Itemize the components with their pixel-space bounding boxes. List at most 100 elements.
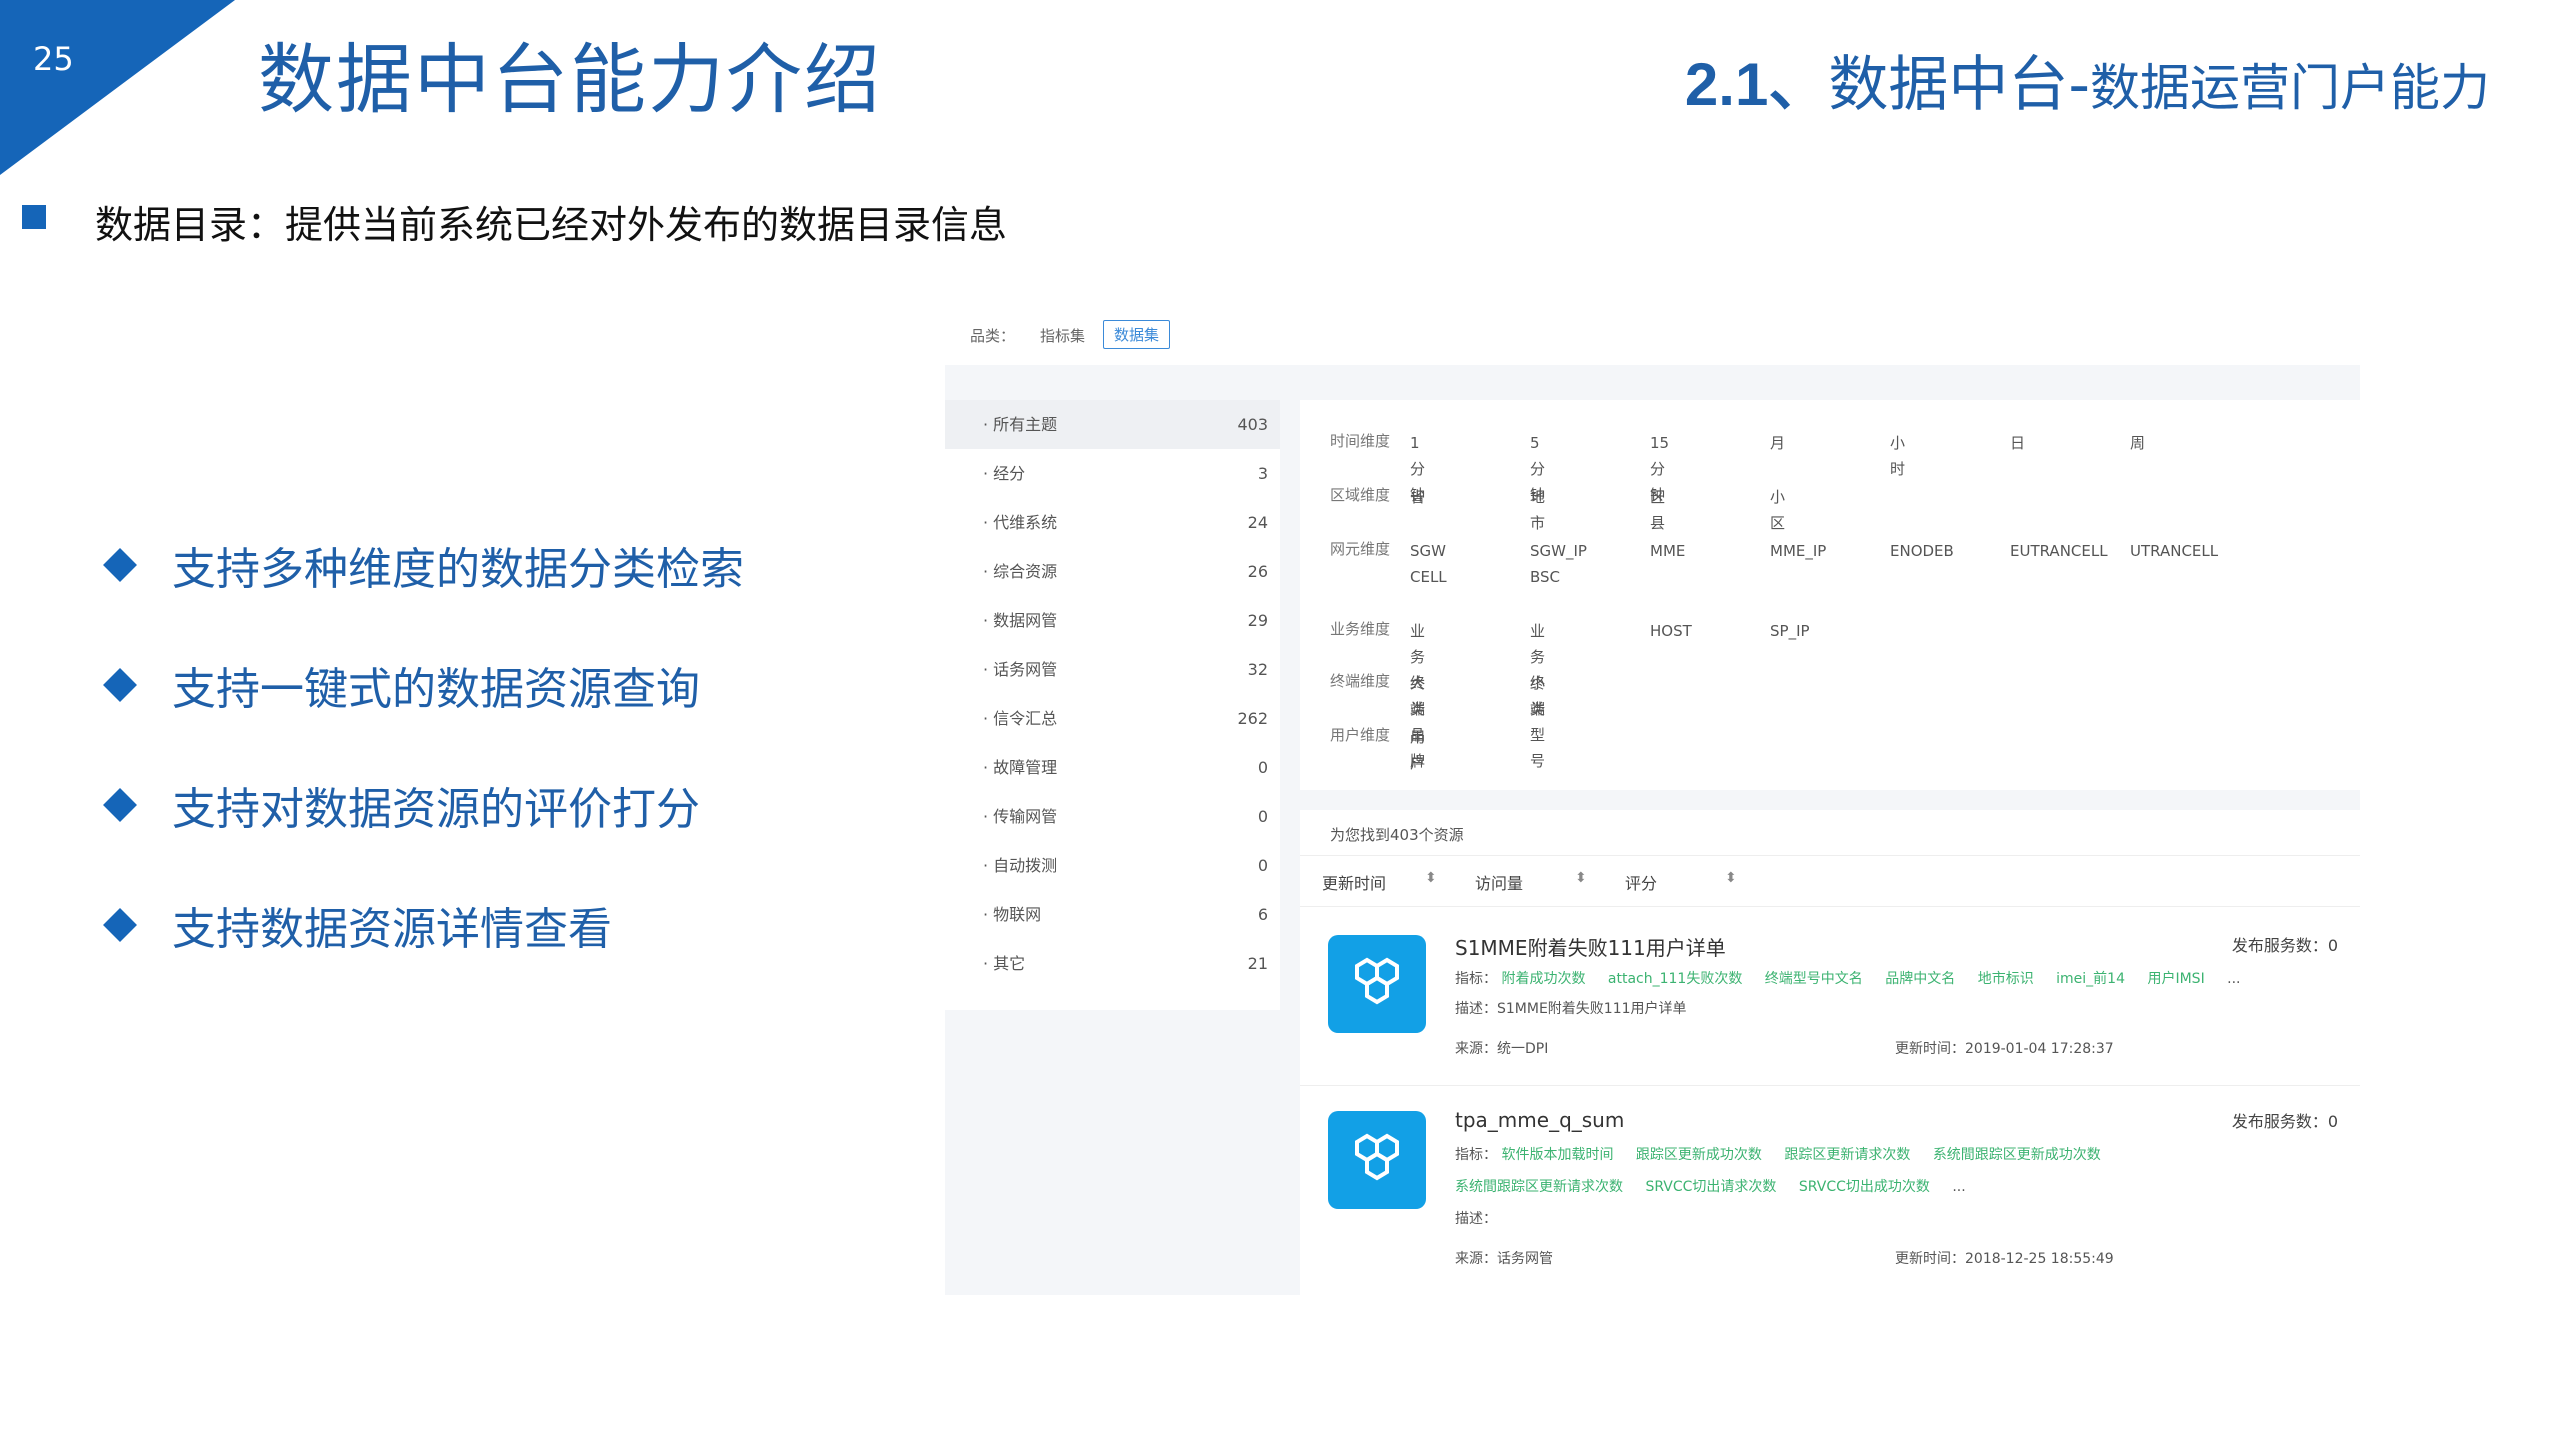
dimension-value[interactable]: MME bbox=[1650, 538, 1685, 564]
indicator-line: 指标： 附着成功次数 attach_111失败次数 终端型号中文名 品牌中文名 … bbox=[1455, 968, 2241, 988]
indicator-more: ... bbox=[2227, 971, 2241, 987]
indicator-tag[interactable]: SRVCC切出请求次数 bbox=[1645, 1179, 1776, 1195]
dimension-value[interactable]: ENODEB bbox=[1890, 538, 1954, 564]
feature-text: 支持数据资源详情查看 bbox=[172, 904, 612, 955]
dimension-value[interactable]: UTRANCELL bbox=[2130, 538, 2218, 564]
dimension-label: 终端维度 bbox=[1329, 672, 1390, 690]
subtitle-number: 2.1、 bbox=[1684, 51, 1829, 118]
slide-title: 数据中台能力介绍 bbox=[258, 35, 882, 124]
indicator-line: 指标： 软件版本加载时间 跟踪区更新成功次数 跟踪区更新请求次数 系统間跟踪区更… bbox=[1455, 1144, 2119, 1164]
square-bullet-icon bbox=[22, 205, 46, 229]
feature-text: 支持一键式的数据资源查询 bbox=[172, 664, 700, 715]
dimension-value[interactable]: 周 bbox=[2130, 430, 2145, 456]
sort-by-visits[interactable]: 访问量 bbox=[1475, 870, 1523, 894]
sidebar-item[interactable]: · 话务网管 32 bbox=[945, 645, 1280, 694]
dimension-value[interactable]: 日 bbox=[2010, 430, 2025, 456]
sidebar-item[interactable]: · 数据网管 29 bbox=[945, 596, 1280, 645]
category-bar: 品类： 指标集 数据集 bbox=[945, 305, 2360, 365]
sidebar-item[interactable]: · 物联网 6 bbox=[945, 890, 1280, 939]
sidebar-item[interactable]: · 综合资源 26 bbox=[945, 547, 1280, 596]
sidebar-item[interactable]: · 信令汇总 262 bbox=[945, 694, 1280, 743]
result-updated: 更新时间：2019-01-04 17:28:37 bbox=[1895, 1041, 2114, 1057]
intro-text: 数据目录：提供当前系统已经对外发布的数据目录信息 bbox=[95, 203, 1008, 247]
category-option-dataset[interactable]: 数据集 bbox=[1103, 320, 1171, 349]
indicator-tag[interactable]: 附着成功次数 bbox=[1501, 971, 1585, 987]
hexagon-cluster-icon bbox=[1355, 957, 1399, 1005]
result-card[interactable]: tpa_mme_q_sum 发布服务数：0 指标： 软件版本加载时间 跟踪区更新… bbox=[1300, 1085, 2360, 1296]
dimension-value[interactable]: 区县 bbox=[1650, 484, 1665, 536]
sidebar-item[interactable]: · 其它 21 bbox=[945, 939, 1280, 988]
sidebar-item[interactable]: · 经分 3 bbox=[945, 449, 1280, 498]
dimension-value[interactable]: SGW_IP BSC bbox=[1530, 538, 1587, 590]
indicator-tag[interactable]: 跟踪区更新请求次数 bbox=[1784, 1147, 1910, 1163]
theme-sidebar: · 所有主题 403 · 经分 3 · 代维系统 24 · 综合资源 26 · 数据网管… bbox=[945, 400, 1280, 1010]
subtitle-small: 数据运营门户能力 bbox=[2090, 59, 2490, 117]
portal-screenshot: 品类： 指标集 数据集 · 所有主题 403 · 经分 3 · 代维系统 24 · 综… bbox=[945, 305, 2360, 1295]
dimension-value[interactable]: 小时 bbox=[1890, 430, 1905, 482]
indicator-tag[interactable]: 系统間跟踪区更新成功次数 bbox=[1933, 1147, 2101, 1163]
diamond-bullet-icon bbox=[103, 668, 137, 702]
dataset-hexagon-icon bbox=[1328, 1111, 1426, 1209]
result-card[interactable]: S1MME附着失败111用户详单 发布服务数：0 指标： 附着成功次数 atta… bbox=[1300, 910, 2360, 1080]
indicator-tag[interactable]: 软件版本加载时间 bbox=[1501, 1147, 1613, 1163]
indicator-label: 指标： bbox=[1455, 1147, 1497, 1163]
sort-arrow-icon[interactable]: ⬍ bbox=[1425, 870, 1437, 886]
indicator-more: ... bbox=[1952, 1179, 1966, 1195]
result-source: 来源：统一DPI bbox=[1455, 1041, 1549, 1057]
result-source: 来源：话务网管 bbox=[1455, 1251, 1553, 1267]
feature-item: 支持数据资源详情查看 bbox=[103, 865, 744, 985]
category-label: 品类： bbox=[970, 327, 1016, 345]
sort-by-rating[interactable]: 评分 bbox=[1625, 870, 1657, 894]
indicator-tag[interactable]: 系统間跟踪区更新请求次数 bbox=[1455, 1179, 1623, 1195]
indicator-tag[interactable]: 品牌中文名 bbox=[1885, 971, 1955, 987]
sidebar-item[interactable]: · 所有主题 403 bbox=[945, 400, 1280, 449]
indicator-tag[interactable]: 用户IMSI bbox=[2147, 971, 2204, 987]
dimension-value[interactable]: MME_IP bbox=[1770, 538, 1826, 564]
dimension-value[interactable]: 用户 bbox=[1410, 724, 1425, 776]
dataset-hexagon-icon bbox=[1328, 935, 1426, 1033]
page-number: 25 bbox=[33, 40, 74, 78]
feature-item: 支持对数据资源的评价打分 bbox=[103, 745, 744, 865]
result-title[interactable]: S1MME附着失败111用户详单 bbox=[1455, 932, 1726, 961]
sidebar-item[interactable]: · 代维系统 24 bbox=[945, 498, 1280, 547]
indicator-tag[interactable]: 终端型号中文名 bbox=[1765, 971, 1863, 987]
indicator-tag[interactable]: 跟踪区更新成功次数 bbox=[1636, 1147, 1762, 1163]
indicator-tag[interactable]: attach_111失败次数 bbox=[1608, 971, 1742, 987]
dimension-filter-panel: 时间维度 1分钟 5分钟 15分钟 月 小时 日 周 区域维度 省 地市 区县 … bbox=[1300, 400, 2360, 790]
result-description: 描述： bbox=[1455, 1211, 1497, 1227]
feature-item: 支持多种维度的数据分类检索 bbox=[103, 505, 744, 625]
hexagon-cluster-icon bbox=[1355, 1133, 1399, 1181]
published-count: 发布服务数：0 bbox=[2231, 1112, 2338, 1131]
dimension-value[interactable]: 小区 bbox=[1770, 484, 1785, 536]
sort-by-time[interactable]: 更新时间 bbox=[1322, 870, 1386, 894]
dimension-value[interactable]: HOST bbox=[1650, 618, 1692, 644]
sidebar-item[interactable]: · 自动拨测 0 bbox=[945, 841, 1280, 890]
dimension-value[interactable]: 月 bbox=[1770, 430, 1785, 456]
indicator-tag[interactable]: imei_前14 bbox=[2056, 971, 2125, 987]
dimension-value[interactable]: 终端型号 bbox=[1530, 670, 1545, 774]
feature-text: 支持多种维度的数据分类检索 bbox=[172, 544, 744, 595]
result-updated: 更新时间：2018-12-25 18:55:49 bbox=[1895, 1251, 2114, 1267]
dimension-value[interactable]: 省 bbox=[1410, 484, 1425, 510]
published-count: 发布服务数：0 bbox=[2231, 936, 2338, 955]
category-option-indicator-set[interactable]: 指标集 bbox=[1040, 325, 1085, 346]
result-title[interactable]: tpa_mme_q_sum bbox=[1455, 1108, 1624, 1132]
indicator-tag[interactable]: SRVCC切出成功次数 bbox=[1799, 1179, 1930, 1195]
dimension-label: 时间维度 bbox=[1329, 432, 1390, 450]
dimension-value[interactable]: SGW CELL bbox=[1410, 538, 1447, 590]
indicator-tag[interactable]: 地市标识 bbox=[1978, 971, 2034, 987]
sidebar-item[interactable]: · 传输网管 0 bbox=[945, 792, 1280, 841]
sort-arrow-icon[interactable]: ⬍ bbox=[1725, 870, 1737, 886]
dimension-value[interactable]: EUTRANCELL bbox=[2010, 538, 2108, 564]
slide-subtitle: 2.1、数据中台-数据运营门户能力 bbox=[1685, 36, 2490, 123]
dimension-label: 业务维度 bbox=[1329, 620, 1390, 638]
dimension-value[interactable]: 地市 bbox=[1530, 484, 1545, 536]
feature-text: 支持对数据资源的评价打分 bbox=[172, 784, 700, 835]
sidebar-item[interactable]: · 故障管理 0 bbox=[945, 743, 1280, 792]
corner-triangle bbox=[0, 0, 235, 175]
diamond-bullet-icon bbox=[103, 908, 137, 942]
subtitle-main: 数据中台- bbox=[1828, 50, 2090, 120]
diamond-bullet-icon bbox=[103, 548, 137, 582]
sort-arrow-icon[interactable]: ⬍ bbox=[1575, 870, 1587, 886]
dimension-value[interactable]: SP_IP bbox=[1770, 618, 1810, 644]
